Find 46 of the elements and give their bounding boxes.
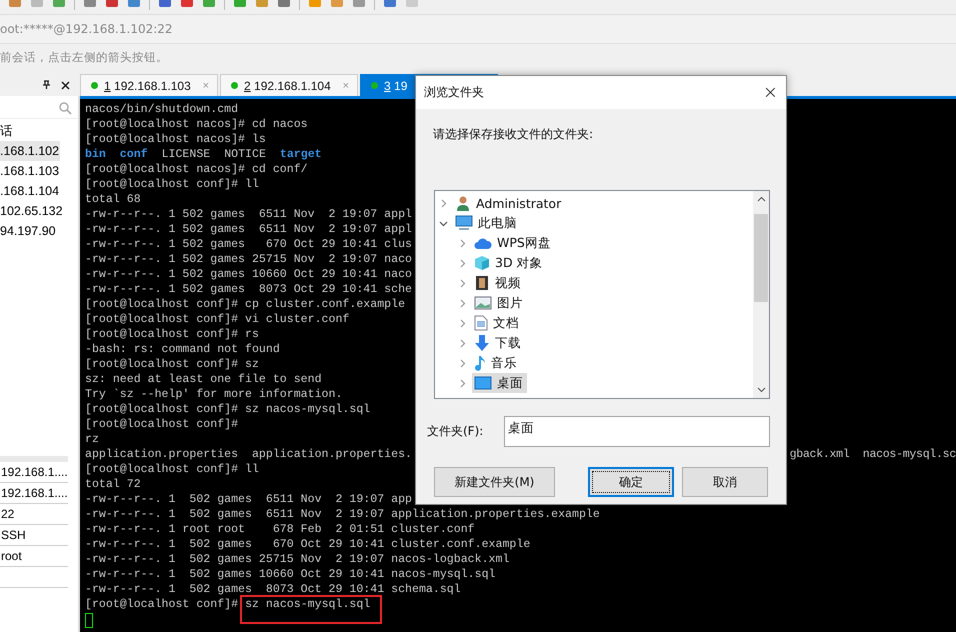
terminal-line: nacos/bin/shutdown.cmd	[85, 102, 238, 117]
terminal-line: -bash: rs: command not found	[85, 342, 280, 357]
address-text: oot:*****@192.168.1.102:22	[0, 22, 173, 36]
terminal-line: [root@localhost conf]# vi cluster.conf	[85, 312, 350, 327]
terminal-line: -rw-r--r--. 1 502 games 8073 Oct 29 10:41 sche	[85, 282, 412, 297]
terminal-text: application.properties application.properties.	[85, 447, 412, 462]
terminal-text: gback.xml nacos-mysql.sc	[790, 447, 956, 462]
folder-label: 文件夹(F):	[427, 423, 484, 440]
dialog-prompt: 请选择保存接收文件的文件夹:	[433, 127, 594, 141]
terminal-line: [root@localhost nacos]# cd conf/	[85, 162, 308, 177]
terminal-line: -rw-r--r--. 1 502 games 10660 Oct 29 10:41 nacos-mysql.sql	[85, 567, 496, 582]
terminal-line: [root@localhost conf]#	[85, 417, 238, 432]
terminal-line: -rw-r--r--. 1 502 games 6511 Nov 2 19:07 appl	[85, 207, 412, 222]
terminal-line: [root@localhost conf]# rs	[85, 327, 259, 342]
terminal-line: [root@localhost nacos]# ls	[85, 132, 266, 147]
terminal-line: -rw-r--r--. 1 502 games 25715 Nov 2 19:07 nacos-logback.xml	[85, 552, 510, 567]
terminal-line: -rw-r--r--. 1 502 games 25715 Nov 2 19:07 naco	[85, 252, 412, 267]
terminal-line: -rw-r--r--. 1 502 games 6511 Nov 2 19:07 application.properties.example	[85, 507, 600, 522]
terminal-line: [root@localhost conf]# sz	[85, 357, 259, 372]
property-cell: 192.168.1....	[0, 483, 68, 504]
highlighted-command: sz nacos-mysql.sql	[240, 595, 382, 624]
terminal-line: sz: need at least one file to send	[85, 372, 322, 387]
terminal-line: bin conf LICENSE NOTICE target	[85, 147, 322, 162]
property-cell: root	[0, 546, 68, 567]
terminal-line: -rw-r--r--. 1 root root 678 Feb 2 01:51 cluster.conf	[85, 522, 475, 537]
info-text: 前会话，点击左侧的箭头按钮。	[0, 50, 168, 64]
terminal-line: [root@localhost nacos]# cd nacos	[85, 117, 308, 132]
property-cell: 22	[0, 504, 68, 525]
terminal-line: total 68	[85, 192, 141, 207]
terminal-line: -rw-r--r--. 1 502 games 8073 Oct 29 10:41 schema.sql	[85, 582, 461, 597]
terminal-line: [root@localhost conf]# cp cluster.conf.example	[85, 297, 406, 312]
terminal-line: -rw-r--r--. 1 502 games 10660 Oct 29 10:41 naco	[85, 267, 412, 282]
property-cell: SSH	[0, 525, 68, 546]
terminal-prompt: [root@localhost conf]#	[85, 597, 238, 612]
dialog-title: 浏览文件夹	[424, 84, 484, 101]
terminal-line: [root@localhost conf]# sz nacos-mysql.sql	[85, 402, 370, 417]
terminal-line: -rw-r--r--. 1 502 games 6511 Nov 2 19:07 app	[85, 492, 412, 507]
terminal-line: Try `sz --help' for more information.	[85, 387, 342, 402]
terminal-line: [root@localhost conf]# ll	[85, 462, 259, 477]
terminal-line: -rw-r--r--. 1 502 games 670 Oct 29 10:41 clus	[85, 237, 412, 252]
terminal-line: rz	[85, 432, 99, 447]
property-cell: 192.168.1....	[0, 462, 68, 483]
terminal-line: -rw-r--r--. 1 502 games 6511 Nov 2 19:07 appl	[85, 222, 412, 237]
terminal-line: [root@localhost conf]# ll	[85, 177, 259, 192]
terminal-line: -rw-r--r--. 1 502 games 670 Oct 29 10:41 cluster.conf.example	[85, 537, 530, 552]
terminal-line: total 72	[85, 477, 141, 492]
